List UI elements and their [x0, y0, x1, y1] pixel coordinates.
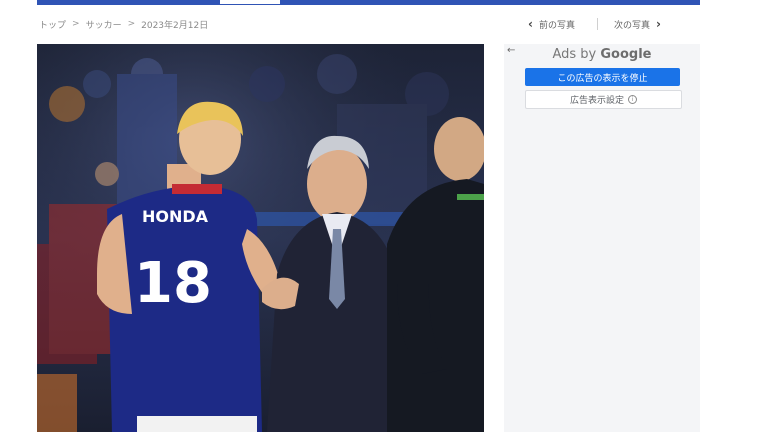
breadcrumb-item-top[interactable]: トップ	[39, 18, 66, 31]
top-nav-bar	[37, 0, 700, 5]
ads-by-google-label: Ads by Google	[504, 47, 700, 62]
next-photo-label: 次の写真	[613, 20, 650, 31]
next-photo-link[interactable]: 次の写真 ›	[614, 17, 661, 31]
page: トップ > サッカー > 2023年2月12日 ‹ 前の写真 次の写真 › HO…	[0, 0, 768, 432]
photo-navigation: ‹ 前の写真 次の写真 ›	[528, 15, 688, 33]
chevron-right-icon: ›	[655, 17, 661, 31]
ad-panel: ← Ads by Google この広告の表示を停止 広告表示設定 i	[504, 44, 700, 432]
google-brand: Google	[600, 47, 652, 62]
chevron-left-icon: ‹	[528, 17, 533, 31]
jersey-name: HONDA	[142, 207, 209, 226]
info-icon: i	[628, 95, 637, 104]
breadcrumb-item-soccer[interactable]: サッカー	[86, 18, 122, 31]
breadcrumb-separator: >	[72, 19, 80, 29]
top-nav-active-tab[interactable]	[220, 0, 280, 4]
ad-settings-button[interactable]: 広告表示設定 i	[525, 90, 682, 109]
stop-showing-ad-button[interactable]: この広告の表示を停止	[525, 68, 680, 86]
photo-scene: HONDA 18	[37, 44, 484, 432]
main-photo[interactable]: HONDA 18	[37, 44, 484, 432]
ad-settings-label: 広告表示設定	[569, 96, 624, 106]
previous-photo-link[interactable]: ‹ 前の写真	[528, 17, 575, 31]
breadcrumb-separator: >	[127, 19, 136, 29]
jersey-number: 18	[134, 251, 212, 316]
previous-photo-label: 前の写真	[538, 20, 575, 31]
nav-divider	[596, 18, 598, 30]
ads-by-text: Ads by	[552, 47, 601, 62]
breadcrumb-item-date: 2023年2月12日	[141, 20, 209, 31]
breadcrumb: トップ > サッカー > 2023年2月12日	[39, 17, 208, 31]
